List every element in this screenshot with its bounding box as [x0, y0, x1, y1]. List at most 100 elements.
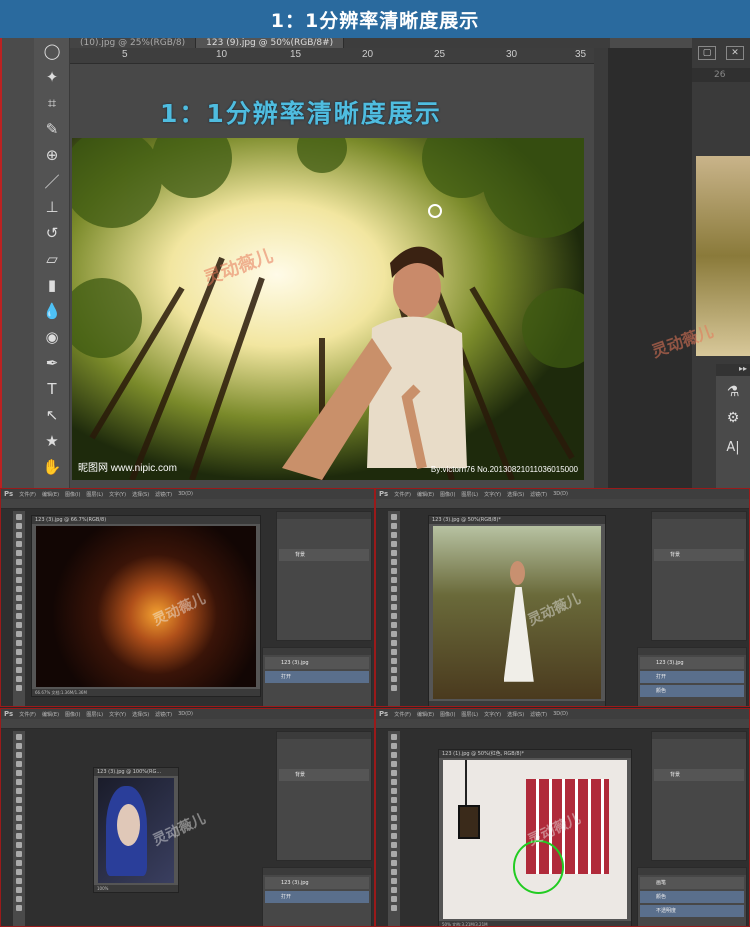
menu-item[interactable]: 图层(L)	[86, 491, 103, 498]
menu-item[interactable]: 图层(L)	[461, 491, 478, 498]
menu-item[interactable]: 图层(L)	[86, 711, 103, 718]
menu-item[interactable]: 3D(D)	[553, 711, 568, 717]
document-tab[interactable]: 123 (1).jpg @ 50%(红色, RGB/8)*	[439, 750, 631, 758]
menu-item[interactable]: 图像(I)	[65, 711, 80, 718]
pen-icon[interactable]: ✒	[34, 350, 70, 376]
shape-icon[interactable]: ★	[34, 428, 70, 454]
menu-item[interactable]: 文字(Y)	[484, 491, 501, 498]
document-tab[interactable]: 123 (3).jpg @ 100%(RG...	[94, 768, 178, 776]
screenshot-girl-forest: Ps 文件(F) 编辑(E) 图像(I) 图层(L) 文字(Y) 选择(S) 滤镜(T) 3D(…	[375, 488, 750, 707]
menu-item[interactable]: 图像(I)	[440, 491, 455, 498]
eyedropper-icon[interactable]: ✎	[34, 116, 70, 142]
document-tab[interactable]: 123 (3).jpg @ 50%(RGB/8)*	[429, 516, 605, 524]
gradient-icon[interactable]: ▮	[34, 272, 70, 298]
menu-item[interactable]: 滤镜(T)	[530, 491, 547, 498]
menu-item[interactable]: 3D(D)	[178, 711, 193, 717]
collapse-icon[interactable]: ▸▸	[716, 364, 750, 376]
history-item[interactable]: 打开	[265, 891, 369, 903]
menu-item[interactable]: 编辑(E)	[417, 491, 434, 498]
layers-panel: 背景	[276, 731, 372, 861]
menu-item[interactable]: 选择(S)	[507, 711, 524, 718]
history-item[interactable]: 123 (3).jpg	[265, 877, 369, 889]
history-item[interactable]: 不透明度	[640, 905, 744, 917]
brush-icon[interactable]: ／	[34, 168, 70, 194]
tool-palette	[388, 731, 400, 926]
clone-stamp-icon[interactable]: ⊥	[34, 194, 70, 220]
layer-row[interactable]: 背景	[279, 769, 369, 781]
ps-logo: Ps	[379, 710, 389, 718]
menu-item[interactable]: 文件(F)	[394, 711, 411, 718]
menu-bar: Ps 文件(F) 编辑(E) 图像(I) 图层(L) 文字(Y) 选择(S) 滤镜(T) 3D(…	[1, 489, 374, 499]
restore-icon[interactable]: ▢	[698, 46, 716, 60]
menu-item[interactable]: 图层(L)	[461, 711, 478, 718]
menu-item[interactable]: 文字(Y)	[484, 711, 501, 718]
menu-item[interactable]: 编辑(E)	[42, 711, 59, 718]
menu-item[interactable]: 滤镜(T)	[530, 711, 547, 718]
vertical-scrollbar[interactable]	[594, 48, 608, 488]
options-bar	[376, 719, 749, 729]
menu-item[interactable]: 文件(F)	[394, 491, 411, 498]
menu-item[interactable]: 滤镜(T)	[155, 711, 172, 718]
menu-item[interactable]: 文字(Y)	[109, 711, 126, 718]
dodge-icon[interactable]: ◉	[34, 324, 70, 350]
menu-item[interactable]: 文件(F)	[19, 711, 36, 718]
ruler-label: 30	[506, 49, 518, 60]
menu-item[interactable]: 文件(F)	[19, 491, 36, 498]
path-selection-icon[interactable]: ↖	[34, 402, 70, 428]
menu-item[interactable]: 选择(S)	[132, 711, 149, 718]
menu-item[interactable]: 选择(S)	[132, 491, 149, 498]
layers-panel: 背景	[651, 511, 747, 641]
blur-icon[interactable]: 💧	[34, 298, 70, 324]
document-tab-1[interactable]: (10).jpg @ 25%(RGB/8)	[70, 38, 197, 48]
options-bar	[376, 499, 749, 509]
menu-item[interactable]: 图像(I)	[65, 491, 80, 498]
history-item[interactable]: 123 (3).jpg	[265, 657, 369, 669]
layers-panel: 背景	[651, 731, 747, 861]
ruler-label: 25	[434, 49, 446, 60]
tool-palette	[13, 731, 25, 926]
history-item[interactable]: 123 (3).jpg	[640, 657, 744, 669]
history-item[interactable]: 画笔	[640, 877, 744, 889]
brush-settings-icon[interactable]: ⚗	[716, 384, 750, 400]
crop-icon[interactable]: ⌗	[34, 90, 70, 116]
menu-item[interactable]: 选择(S)	[507, 491, 524, 498]
layer-row[interactable]: 背景	[654, 549, 744, 561]
menu-item[interactable]: 图像(I)	[440, 711, 455, 718]
document-tab[interactable]: 123 (3).jpg @ 66.7%(RGB/8)	[32, 516, 260, 524]
menu-item[interactable]: 3D(D)	[553, 491, 568, 497]
left-divider	[0, 38, 2, 488]
document-tab-bar: (10).jpg @ 25%(RGB/8) 123 (9).jpg @ 50%(…	[70, 38, 610, 48]
eraser-icon[interactable]: ▱	[34, 246, 70, 272]
overlay-title: 1：1分辨率清晰度展示	[160, 99, 442, 128]
history-item[interactable]: 打开	[640, 671, 744, 683]
character-panel-icon[interactable]: A|	[716, 440, 750, 455]
type-icon[interactable]: T	[34, 376, 70, 402]
menu-item[interactable]: 编辑(E)	[417, 711, 434, 718]
hand-icon[interactable]: ✋	[34, 454, 70, 480]
menu-item[interactable]: 3D(D)	[178, 491, 193, 497]
history-item[interactable]: 颜色	[640, 685, 744, 697]
mini-tool-panel: ▸▸ ⚗ ⚙ A|	[716, 364, 750, 488]
document-tab-2[interactable]: 123 (9).jpg @ 50%(RGB/8#)	[196, 38, 345, 48]
menu-item[interactable]: 编辑(E)	[42, 491, 59, 498]
ruler-label: 15	[290, 49, 302, 60]
ps-logo: Ps	[4, 490, 14, 498]
lasso-icon[interactable]: ◯	[34, 38, 70, 64]
close-icon[interactable]: ✕	[726, 46, 744, 60]
clone-source-icon[interactable]: ⚙	[716, 410, 750, 426]
screenshot-portrait: Ps 文件(F) 编辑(E) 图像(I) 图层(L) 文字(Y) 选择(S) 滤镜(T) 3D(…	[0, 708, 375, 927]
menu-item[interactable]: 滤镜(T)	[155, 491, 172, 498]
layer-row[interactable]: 背景	[279, 549, 369, 561]
layers-panel: 背景	[276, 511, 372, 641]
options-bar	[1, 499, 374, 509]
ruler-label: 10	[216, 49, 228, 60]
history-panel: 画笔 颜色 不透明度	[637, 867, 747, 926]
menu-item[interactable]: 文字(Y)	[109, 491, 126, 498]
history-item[interactable]: 颜色	[640, 891, 744, 903]
history-item[interactable]: 打开	[265, 671, 369, 683]
magic-wand-icon[interactable]: ✦	[34, 64, 70, 90]
document-image	[36, 526, 256, 687]
history-brush-icon[interactable]: ↺	[34, 220, 70, 246]
healing-brush-icon[interactable]: ⊕	[34, 142, 70, 168]
layer-row[interactable]: 背景	[654, 769, 744, 781]
